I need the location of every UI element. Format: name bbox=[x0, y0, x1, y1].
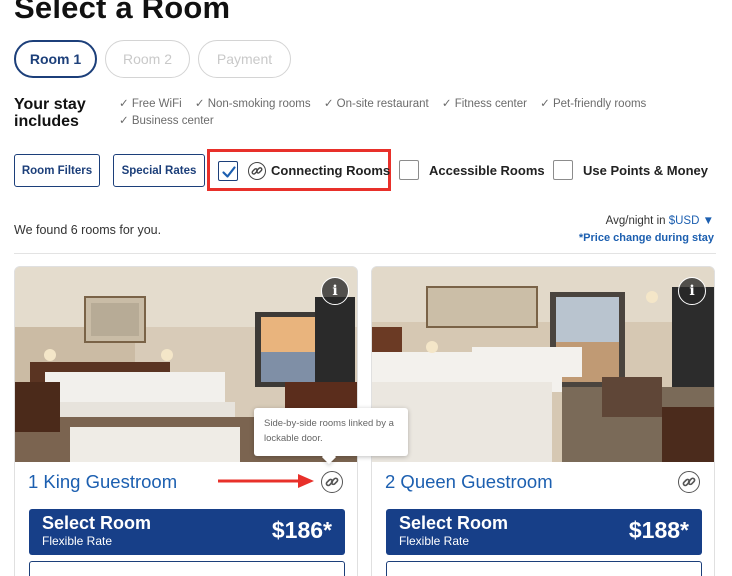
page-title: Select a Room bbox=[14, 0, 231, 25]
amenity-item: ✓ Business center bbox=[119, 115, 214, 127]
room-filters-button[interactable]: Room Filters bbox=[14, 154, 100, 187]
stay-includes-title: Your stay includes bbox=[14, 96, 86, 130]
select-room-button[interactable]: Select Room Flexible Rate $188* bbox=[386, 509, 702, 555]
rate-label: Flexible Rate bbox=[399, 534, 470, 548]
check-icon bbox=[222, 166, 236, 178]
room-name[interactable]: 2 Queen Guestroom bbox=[385, 471, 553, 493]
more-rates-button[interactable] bbox=[29, 561, 345, 576]
room-price: $188* bbox=[628, 517, 689, 543]
select-room-label: Select Room bbox=[42, 513, 152, 533]
tab-room-2[interactable]: Room 2 bbox=[105, 40, 190, 78]
amenity-item: ✓ On-site restaurant bbox=[323, 98, 429, 110]
room-card: i 2 Queen Guestroom Select Room Flexible… bbox=[371, 266, 715, 576]
link-icon[interactable] bbox=[678, 471, 700, 493]
amenity-item: ✓ Non-smoking rooms bbox=[194, 98, 311, 110]
tab-room-1[interactable]: Room 1 bbox=[14, 40, 97, 78]
info-icon[interactable]: i bbox=[678, 277, 706, 305]
amenity-item: ✓ Free WiFi bbox=[119, 98, 182, 110]
room-price: $186* bbox=[271, 517, 332, 543]
link-icon[interactable] bbox=[321, 471, 343, 493]
annotation-arrow-icon bbox=[218, 474, 314, 488]
results-count: We found 6 rooms for you. bbox=[14, 223, 162, 237]
divider bbox=[14, 253, 716, 254]
info-icon[interactable]: i bbox=[321, 277, 349, 305]
accessible-rooms-label[interactable]: Accessible Rooms bbox=[429, 163, 545, 178]
amenities-list: ✓ Free WiFi ✓ Non-smoking rooms ✓ On-sit… bbox=[119, 96, 679, 130]
rate-label: Flexible Rate bbox=[42, 534, 113, 548]
amenity-item: ✓ Fitness center bbox=[441, 98, 527, 110]
special-rates-button[interactable]: Special Rates bbox=[113, 154, 205, 187]
accessible-rooms-checkbox[interactable] bbox=[399, 160, 419, 180]
connecting-rooms-tooltip: Side-by-side rooms linked by a lockable … bbox=[254, 408, 408, 456]
currency-selector[interactable]: $USD ▼ bbox=[669, 215, 714, 227]
use-points-label[interactable]: Use Points & Money bbox=[583, 163, 708, 178]
avg-night-text: Avg/night in bbox=[605, 215, 666, 227]
room-name[interactable]: 1 King Guestroom bbox=[28, 471, 177, 493]
tab-payment[interactable]: Payment bbox=[198, 40, 291, 78]
link-icon bbox=[248, 162, 266, 180]
select-room-label: Select Room bbox=[399, 513, 509, 533]
connecting-rooms-checkbox[interactable] bbox=[218, 161, 238, 181]
connecting-rooms-label[interactable]: Connecting Rooms bbox=[271, 163, 390, 178]
more-rates-button[interactable] bbox=[386, 561, 702, 576]
avg-night-label: Avg/night in $USD ▼ bbox=[606, 215, 714, 227]
select-room-button[interactable]: Select Room Flexible Rate $186* bbox=[29, 509, 345, 555]
step-tabs: Room 1 Room 2 Payment bbox=[14, 40, 291, 78]
price-change-link[interactable]: *Price change during stay bbox=[579, 232, 714, 244]
room-photo[interactable] bbox=[372, 267, 714, 462]
amenity-item: ✓ Pet-friendly rooms bbox=[540, 98, 647, 110]
use-points-checkbox[interactable] bbox=[553, 160, 573, 180]
